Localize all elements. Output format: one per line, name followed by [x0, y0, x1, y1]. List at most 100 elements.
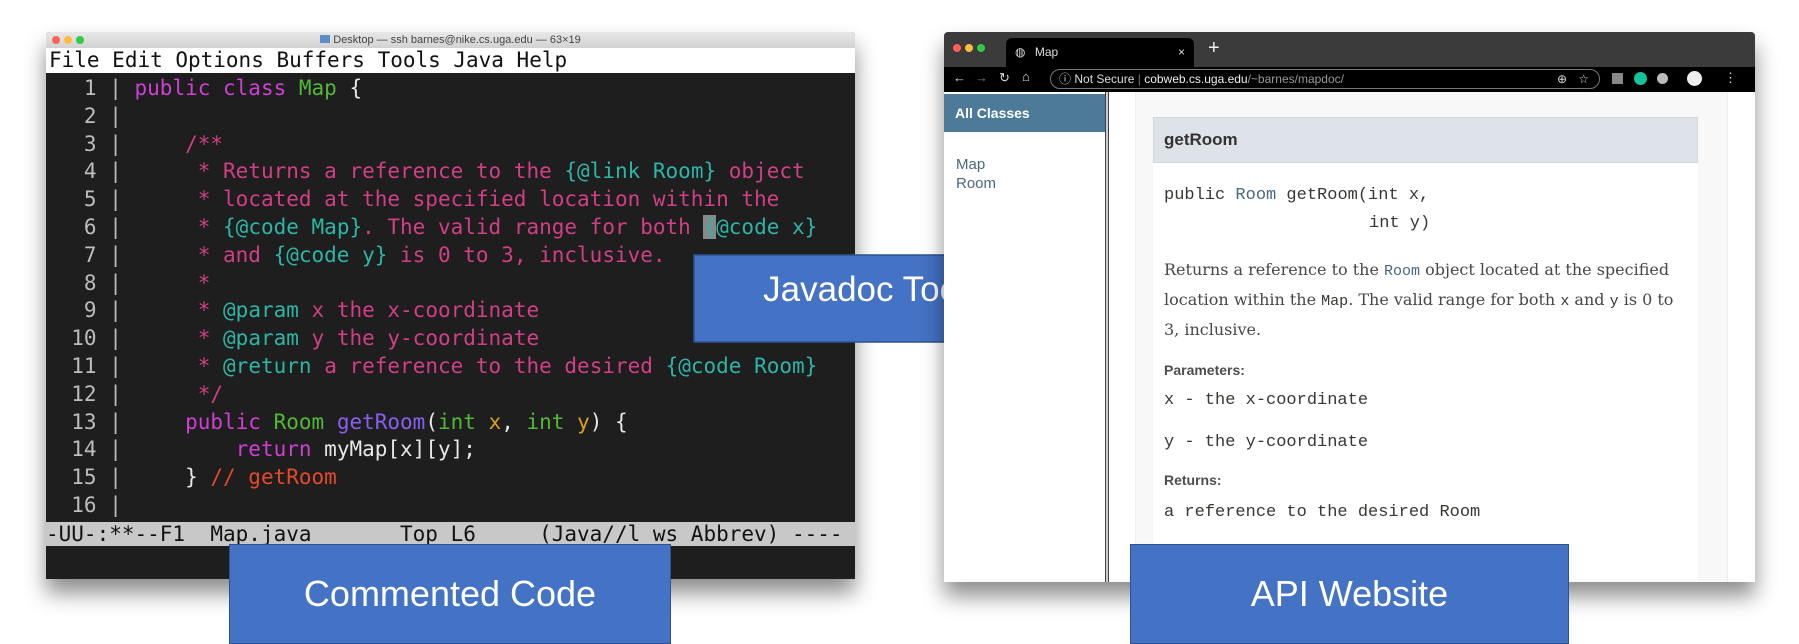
menu-edit[interactable]: Edit — [112, 48, 163, 72]
tab-title: Map — [1034, 45, 1059, 59]
new-tab-button[interactable]: + — [1208, 37, 1220, 60]
zoom-icon[interactable]: ⊕ — [1557, 70, 1567, 88]
not-secure-label: Not Secure — [1074, 72, 1135, 86]
code-token: { — [336, 76, 363, 100]
code-token: a reference to the desired — [311, 353, 666, 378]
line-number: 7 | — [46, 242, 135, 267]
code-line: 1 | public class Map { — [46, 75, 855, 103]
url-host: cobweb.cs.uga.edu — [1144, 72, 1248, 86]
code-token: */ — [134, 381, 224, 406]
line-number: 14 | — [46, 437, 135, 462]
code-token: myMap[x][y]; — [324, 437, 476, 462]
menu-help[interactable]: Help — [517, 48, 568, 72]
method-signature-line2: int y) — [1369, 214, 1431, 233]
code-token: y the y-coordinate — [298, 326, 540, 351]
browser-window: ◍ Map × + ← → ↻ ⌂ ⓘ Not Secure | cobweb.… — [944, 32, 1755, 582]
extension-icon[interactable] — [1657, 73, 1668, 84]
code-token: return — [134, 437, 325, 462]
code-token: * located at the specified location with… — [134, 187, 780, 212]
code-token: is 0 to 3, inclusive. — [387, 242, 666, 267]
line-number: 11 | — [46, 353, 135, 378]
line-number: 5 | — [46, 187, 135, 212]
reload-icon[interactable]: ↻ — [999, 70, 1010, 86]
param-y: y - the y-coordinate — [1164, 433, 1369, 452]
browser-toolbar: ← → ↻ ⌂ ⓘ Not Secure | cobweb.cs.uga.edu… — [944, 67, 1755, 92]
code-line: 13 | public Room getRoom(int x, int y) { — [46, 409, 855, 437]
tab-close-icon[interactable]: × — [1178, 38, 1185, 67]
room-link[interactable]: Room — [1384, 263, 1420, 280]
globe-icon: ◍ — [1015, 45, 1026, 59]
code-token: * — [134, 214, 224, 239]
class-link-room[interactable]: Room — [956, 175, 996, 192]
line-number: 12 | — [46, 381, 135, 406]
home-icon[interactable]: ⌂ — [1022, 69, 1030, 84]
line-number: 8 | — [46, 270, 135, 295]
menu-options[interactable]: Options — [175, 48, 264, 72]
caption-commented-code: Commented Code — [229, 544, 671, 644]
code-token: * — [134, 298, 224, 323]
code-token: } — [134, 465, 211, 490]
tab-bar: ◍ Map × + — [944, 32, 1755, 67]
line-number: 6 | — [46, 214, 135, 239]
class-sidebar: All Classes Map Room — [944, 92, 1105, 582]
zoom-button[interactable] — [76, 36, 84, 44]
menu-tools[interactable]: Tools — [378, 48, 441, 72]
code-token: public — [134, 409, 274, 434]
code-token: y — [577, 409, 590, 434]
close-button[interactable] — [953, 44, 961, 52]
method-heading: getRoom — [1153, 117, 1698, 163]
class-link-map[interactable]: Map — [956, 156, 985, 173]
zoom-button[interactable] — [977, 44, 985, 52]
info-icon: ⓘ — [1059, 72, 1072, 86]
code-token: * — [134, 326, 224, 351]
code-token: @return — [223, 353, 312, 378]
line-number: 16 | — [46, 492, 135, 517]
code-line: 4 | * Returns a reference to the {@link … — [46, 158, 855, 186]
line-number: 2 | — [46, 103, 135, 128]
code-token: // getRoom — [210, 465, 337, 490]
frame-divider[interactable] — [1105, 92, 1109, 582]
code-token: x the x-coordinate — [298, 298, 540, 323]
line-number: 13 | — [46, 409, 135, 434]
code-token: Room — [273, 409, 337, 434]
back-icon[interactable]: ← — [953, 70, 966, 85]
line-number: 4 | — [46, 159, 135, 184]
code-token: * — [134, 353, 224, 378]
returns-label: Returns: — [1164, 472, 1222, 488]
close-button[interactable] — [52, 36, 60, 44]
code-token: {@code y} — [273, 242, 388, 267]
menu-kebab-icon[interactable]: ⋮ — [1724, 70, 1737, 86]
forward-icon[interactable]: → — [975, 70, 988, 85]
profile-avatar[interactable] — [1687, 71, 1702, 86]
sig-modifier: public — [1164, 186, 1236, 205]
minimize-button[interactable] — [965, 44, 973, 52]
line-number: 1 | — [46, 76, 135, 100]
grammarly-icon[interactable] — [1634, 72, 1647, 85]
method-description: Returns a reference to the Room object l… — [1164, 260, 1674, 339]
code-line: 16 | — [46, 492, 855, 520]
code-token: {@code Map} — [223, 214, 363, 239]
menu-java[interactable]: Java — [453, 48, 504, 72]
caption-api-website: API Website — [1130, 544, 1569, 644]
code-token: /** — [134, 131, 224, 156]
address-bar[interactable]: ⓘ Not Secure | cobweb.cs.uga.edu/~barnes… — [1050, 69, 1600, 89]
extension-icon[interactable] — [1612, 73, 1623, 84]
sig-return-type-link[interactable]: Room — [1235, 186, 1276, 205]
code-token: object — [716, 159, 805, 184]
line-number: 3 | — [46, 131, 135, 156]
code-token: * Returns a reference to the — [134, 159, 565, 184]
tab-map[interactable]: ◍ Map × — [1006, 38, 1194, 67]
line-number: 9 | — [46, 298, 135, 323]
line-number: 10 | — [46, 326, 135, 351]
code-token: , — [501, 409, 527, 434]
code-token: public class — [134, 76, 299, 100]
sig-name: getRoom(int x, — [1276, 186, 1430, 205]
menu-file[interactable]: File — [49, 48, 100, 72]
star-icon[interactable]: ☆ — [1578, 70, 1589, 88]
terminal-title-bar: Desktop — ssh barnes@nike.cs.uga.edu — 6… — [46, 32, 855, 48]
emacs-menu-bar: File Edit Options Buffers Tools Java Help — [46, 48, 855, 73]
code-token: ( — [425, 409, 438, 434]
menu-buffers[interactable]: Buffers — [276, 48, 365, 72]
line-number: 15 | — [46, 465, 135, 490]
minimize-button[interactable] — [64, 36, 72, 44]
